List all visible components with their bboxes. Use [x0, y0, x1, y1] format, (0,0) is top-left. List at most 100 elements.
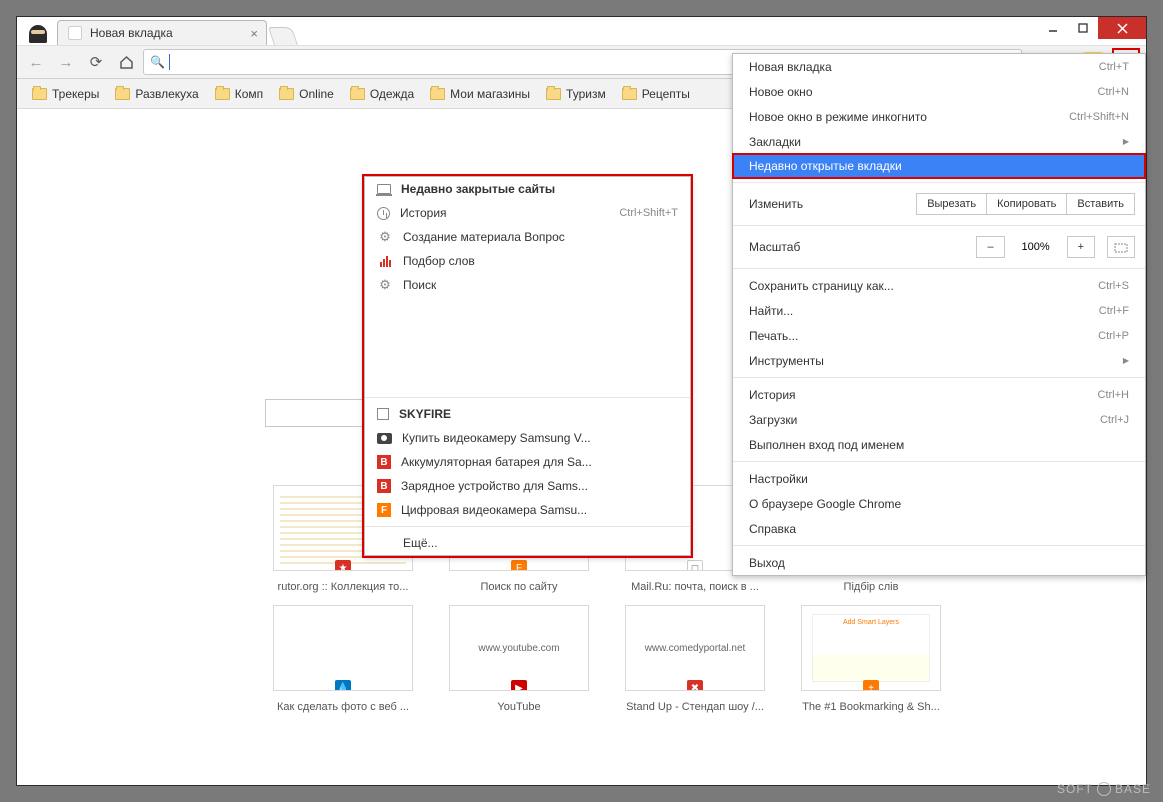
menu-exit[interactable]: Выход: [733, 550, 1145, 575]
tile-thumb: www.comedyportal.net✖: [625, 605, 765, 691]
menu-separator: [733, 268, 1145, 269]
submenu-separator: [365, 397, 690, 398]
recent-tabs-submenu: Недавно закрытые сайты ИсторияCtrl+Shift…: [364, 176, 691, 556]
submenu-item[interactable]: Купить видеокамеру Samsung V...: [365, 426, 690, 450]
tile[interactable]: www.youtube.com▶YouTube: [441, 605, 597, 713]
menu-find[interactable]: Найти...Ctrl+F: [733, 298, 1145, 323]
menu-separator: [733, 461, 1145, 462]
tile[interactable]: 💧 Как сделать фото с веб ...: [265, 605, 421, 713]
new-tab-button[interactable]: [268, 27, 298, 45]
ninja-icon: [26, 22, 48, 44]
bookmark-folder[interactable]: Одежда: [343, 83, 421, 105]
menu-bookmarks[interactable]: Закладки▶: [733, 129, 1145, 154]
close-window-button[interactable]: [1098, 17, 1146, 39]
submenu-history[interactable]: ИсторияCtrl+Shift+T: [365, 201, 690, 225]
bookmark-folder[interactable]: Мои магазины: [423, 83, 537, 105]
bookmark-folder[interactable]: Трекеры: [25, 83, 106, 105]
camera-icon: [377, 433, 392, 444]
tile-caption: YouTube: [497, 701, 540, 713]
menu-tools[interactable]: Инструменты▶: [733, 348, 1145, 373]
menu-new-tab[interactable]: Новая вкладкаCtrl+T: [733, 54, 1145, 79]
folder-icon: [279, 88, 294, 100]
bookmark-folder[interactable]: Развлекуха: [108, 83, 205, 105]
bars-icon: [377, 255, 393, 267]
page-badge-icon: ◻: [687, 560, 703, 571]
clock-icon: [377, 207, 390, 220]
copy-button[interactable]: Копировать: [987, 193, 1067, 215]
submenu-device: SKYFIRE: [365, 402, 690, 426]
bookmark-folder[interactable]: Рецепты: [615, 83, 697, 105]
back-button[interactable]: ←: [23, 49, 49, 75]
menu-new-window[interactable]: Новое окноCtrl+N: [733, 79, 1145, 104]
menu-help[interactable]: Справка: [733, 516, 1145, 541]
menu-separator: [733, 225, 1145, 226]
forward-button[interactable]: →: [53, 49, 79, 75]
minimize-button[interactable]: [1038, 17, 1068, 39]
tile-caption: rutor.org :: Коллекция то...: [278, 581, 409, 593]
menu-save-as[interactable]: Сохранить страницу как...Ctrl+S: [733, 273, 1145, 298]
bookmark-label: Мои магазины: [450, 87, 530, 101]
tile-caption: Stand Up - Стендап шоу /...: [626, 701, 764, 713]
youtube-badge-icon: ▶: [511, 680, 527, 691]
tile-caption: The #1 Bookmarking & Sh...: [802, 701, 940, 713]
drupal-badge-icon: 💧: [335, 680, 351, 691]
window-controls: [1038, 17, 1146, 39]
menu-separator: [733, 182, 1145, 183]
gear-icon: ⚙: [377, 229, 393, 245]
menu-zoom-row: Масштаб – 100% +: [733, 230, 1145, 264]
menu-separator: [733, 545, 1145, 546]
b-icon: B: [377, 455, 391, 469]
menu-print[interactable]: Печать...Ctrl+P: [733, 323, 1145, 348]
edit-label: Изменить: [749, 197, 803, 211]
menu-history[interactable]: ИсторияCtrl+H: [733, 382, 1145, 407]
menu-incognito[interactable]: Новое окно в режиме инкогнитоCtrl+Shift+…: [733, 104, 1145, 129]
menu-settings[interactable]: Настройки: [733, 466, 1145, 491]
gear-icon: ⚙: [377, 277, 393, 293]
bookmark-label: Комп: [235, 87, 263, 101]
tab-strip: Новая вкладка ×: [57, 17, 295, 45]
menu-signed-in[interactable]: Выполнен вход под именем: [733, 432, 1145, 457]
menu-recent-tabs[interactable]: Недавно открытые вкладки: [733, 154, 1145, 178]
zoom-label: Масштаб: [749, 240, 800, 254]
plus-badge-icon: +: [863, 680, 879, 691]
reload-button[interactable]: ⟳: [83, 49, 109, 75]
close-icon[interactable]: ×: [250, 26, 258, 41]
folder-icon: [350, 88, 365, 100]
paste-button[interactable]: Вставить: [1067, 193, 1135, 215]
search-icon: 🔍: [150, 55, 165, 69]
menu-edit-row: Изменить Вырезать Копировать Вставить: [733, 187, 1145, 221]
tile-caption: Как сделать фото с веб ...: [277, 701, 409, 713]
tile-url: www.comedyportal.net: [645, 643, 746, 654]
bookmark-label: Туризм: [566, 87, 606, 101]
submenu-item[interactable]: FЦифровая видеокамера Samsu...: [365, 498, 690, 522]
zoom-out-button[interactable]: –: [976, 236, 1004, 258]
bookmark-folder[interactable]: Туризм: [539, 83, 613, 105]
menu-downloads[interactable]: ЗагрузкиCtrl+J: [733, 407, 1145, 432]
submenu-item[interactable]: ⚙Поиск: [365, 273, 690, 297]
menu-separator: [733, 377, 1145, 378]
ring-icon: [1097, 782, 1111, 796]
submenu-separator: [365, 526, 690, 527]
zoom-in-button[interactable]: +: [1067, 236, 1095, 258]
maximize-button[interactable]: [1068, 17, 1098, 39]
submenu-more[interactable]: Ещё...: [365, 531, 690, 555]
submenu-item[interactable]: ⚙Создание материала Вопрос: [365, 225, 690, 249]
tab-new[interactable]: Новая вкладка ×: [57, 20, 267, 45]
tile-thumb: Add Smart Layers+: [801, 605, 941, 691]
bookmark-label: Развлекуха: [135, 87, 198, 101]
bookmark-folder[interactable]: Online: [272, 83, 341, 105]
menu-about[interactable]: О браузере Google Chrome: [733, 491, 1145, 516]
home-button[interactable]: [113, 49, 139, 75]
submenu-item[interactable]: Подбор слов: [365, 249, 690, 273]
submenu-item[interactable]: BЗарядное устройство для Sams...: [365, 474, 690, 498]
fullscreen-button[interactable]: [1107, 236, 1135, 258]
cut-button[interactable]: Вырезать: [916, 193, 987, 215]
tile[interactable]: www.comedyportal.net✖ Stand Up - Стендап …: [617, 605, 773, 713]
tile[interactable]: Add Smart Layers+ The #1 Bookmarking & Sh…: [793, 605, 949, 713]
submenu-item[interactable]: BАккумуляторная батарея для Sa...: [365, 450, 690, 474]
tile-thumb: 💧: [273, 605, 413, 691]
titlebar: Новая вкладка ×: [17, 17, 1146, 45]
bookmark-folder[interactable]: Комп: [208, 83, 270, 105]
bookmark-label: Одежда: [370, 87, 414, 101]
chevron-right-icon: ▶: [1123, 137, 1129, 146]
